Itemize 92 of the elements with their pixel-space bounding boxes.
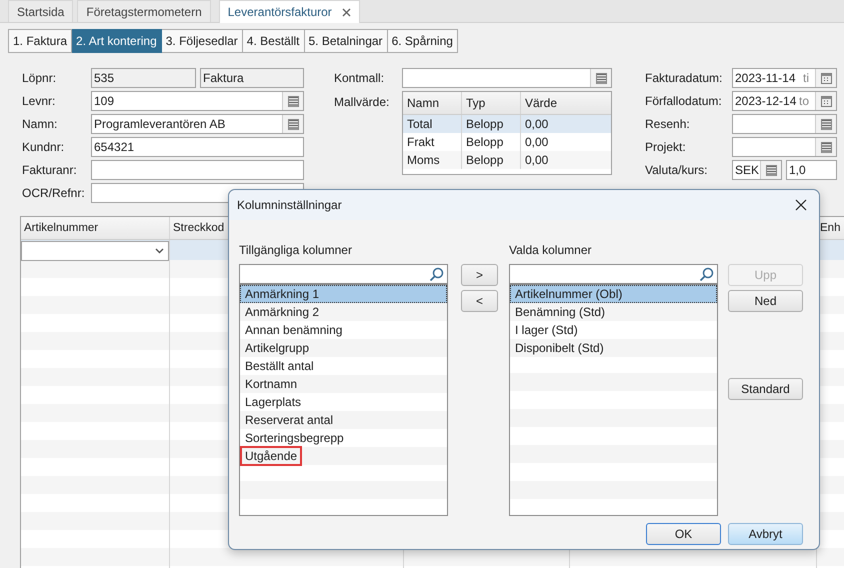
text-field[interactable] — [91, 160, 304, 180]
section-tab[interactable]: 3. Följesedlar — [162, 29, 243, 53]
section-tab[interactable]: 6. Spårning — [388, 29, 458, 53]
table-row[interactable]: Total Belopp 0,00 — [403, 115, 611, 133]
currency-field[interactable]: SEK — [732, 160, 782, 180]
list-item-text: Disponibelt (Std) — [514, 340, 605, 357]
list-item-text: I lager (Std) — [514, 322, 579, 339]
order-button[interactable]: Ned — [728, 290, 803, 312]
field-label: Förfallodatum: — [645, 94, 723, 108]
column-header[interactable]: Namn — [403, 92, 462, 114]
lookup-field[interactable]: 109 — [91, 91, 304, 111]
date-field[interactable]: 2023-12-14 to — [732, 91, 837, 111]
dialog-title: Kolumninställningar — [237, 198, 342, 212]
lookup-field[interactable] — [732, 137, 837, 157]
list-item-text: Anmärkning 2 — [244, 304, 320, 321]
list-icon[interactable] — [820, 118, 832, 130]
list-label: Tillgängliga kolumner — [239, 243, 353, 259]
column-header[interactable]: Värde — [521, 92, 611, 114]
field-label: Projekt: — [645, 140, 687, 154]
move-button[interactable]: < — [461, 290, 498, 312]
list-icon[interactable] — [766, 164, 776, 176]
list-item-text: Beställt antal — [244, 358, 315, 375]
list-item-text: Artikelgrupp — [244, 340, 310, 357]
list-item-text: Reserverat antal — [244, 412, 334, 429]
table-row[interactable]: Moms Belopp 0,00 — [403, 151, 611, 169]
field-label: Fakturanr: — [22, 163, 78, 177]
section-tab[interactable]: 4. Beställt — [242, 29, 304, 53]
dialog-button[interactable]: OK — [646, 523, 721, 545]
list-item-text: Artikelnummer (Obl) — [514, 286, 624, 303]
list-item-text: Sorteringsbegrepp — [244, 430, 345, 447]
app-tab[interactable]: Leverantörsfakturor — [218, 0, 360, 23]
column-list[interactable]: Artikelnummer (Obl) Benämning (Std) I lager (Std) Disponibelt (Std) — [509, 264, 718, 516]
date-field[interactable]: 2023-11-14 ti — [732, 68, 837, 88]
list-item-text: Lagerplats — [244, 394, 302, 411]
field-label: Namn: — [22, 117, 58, 131]
list-icon[interactable] — [288, 118, 298, 130]
field-label: Kundnr: — [22, 140, 66, 154]
column-list[interactable]: Anmärkning 1 Anmärkning 2 Annan benämning Artikelgrupp Beställt antal Kortnamn Lagerplats Reserverat antal Sorteringsbegrepp Utgående — [239, 264, 448, 516]
field-label: Mallvärde: — [334, 94, 390, 109]
list-item[interactable]: Utgående — [240, 447, 447, 465]
section-tab[interactable]: 2. Art kontering — [72, 29, 162, 53]
list-icon[interactable] — [288, 96, 298, 106]
search-field[interactable] — [240, 265, 447, 285]
table-cell: Moms — [403, 151, 462, 169]
calendar-icon[interactable] — [820, 72, 832, 84]
field-label: Resenh: — [645, 117, 691, 131]
section-tab[interactable]: 1. Faktura — [8, 29, 72, 53]
field-label: OCR/Refnr: — [22, 186, 86, 200]
column-header[interactable]: Artikelnummer — [24, 222, 98, 234]
text-field[interactable]: 654321 — [91, 137, 304, 157]
column-header[interactable]: Typ — [462, 92, 521, 114]
chevron-down-icon[interactable] — [155, 248, 164, 254]
column-header[interactable]: Enh — [820, 222, 840, 234]
field-label: Kontmall: — [334, 71, 386, 85]
lookup-field[interactable]: Programleverantören AB — [91, 114, 304, 134]
list-label: Valda kolumner — [509, 243, 592, 259]
app-tab[interactable]: Startsida — [8, 0, 74, 22]
list-item-text: Kortnamn — [244, 376, 298, 393]
field-label: Valuta/kurs: — [645, 163, 708, 177]
close-icon[interactable] — [795, 199, 807, 211]
table-cell: Belopp — [462, 151, 521, 169]
reset-button[interactable]: Standard — [728, 378, 803, 400]
column-header[interactable]: Streckkod — [173, 222, 224, 234]
list-item-text: Utgående — [240, 446, 302, 466]
list-item-text: Annan benämning — [244, 322, 344, 339]
table-cell-text: 0,00 — [524, 134, 550, 151]
section-tab[interactable]: 5. Betalningar — [304, 29, 388, 53]
move-button[interactable]: > — [461, 264, 498, 286]
weekday-text: ti — [802, 71, 809, 85]
search-field[interactable] — [510, 265, 717, 285]
list-icon[interactable] — [596, 72, 606, 84]
lookup-field[interactable] — [732, 114, 837, 134]
list-item[interactable]: Artikelnummer (Obl) — [510, 285, 717, 303]
table-cell-text: 0,00 — [524, 116, 550, 133]
table-cell-text: 0,00 — [524, 152, 550, 169]
list-icon[interactable] — [820, 142, 832, 152]
app-tab[interactable]: Företagstermometern — [77, 0, 211, 22]
field-label: Löpnr: — [22, 71, 58, 85]
dropdown-field[interactable] — [21, 241, 169, 261]
list-item[interactable]: Anmärkning 1 — [240, 285, 447, 303]
lookup-field[interactable] — [402, 68, 612, 88]
weekday-text: to — [798, 94, 809, 108]
search-icon — [429, 266, 444, 282]
field-label: Levnr: — [22, 94, 56, 108]
calendar-icon[interactable] — [820, 96, 832, 106]
field-label: Fakturadatum: — [645, 71, 724, 85]
search-icon — [699, 266, 714, 282]
dialog-button[interactable]: Avbryt — [728, 523, 803, 545]
values-table[interactable]: Namn Typ Värde Total Belopp 0,00 Frakt Belopp 0,00 Moms Belopp 0,00 — [402, 91, 612, 175]
rate-field[interactable]: 1,0 — [786, 160, 837, 180]
list-item-text: Anmärkning 1 — [244, 286, 320, 303]
list-item-text: Benämning (Std) — [514, 304, 606, 321]
